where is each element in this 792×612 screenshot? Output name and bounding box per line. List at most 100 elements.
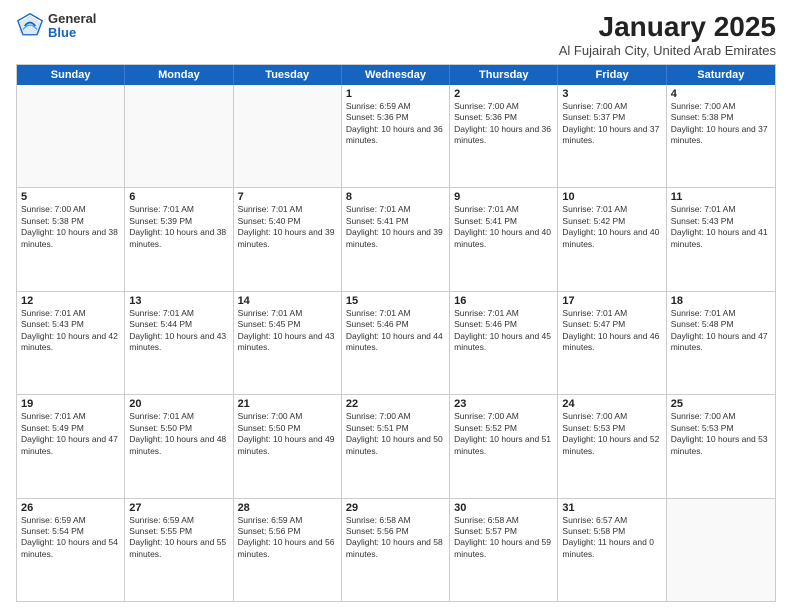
day-number: 15 bbox=[346, 295, 445, 307]
calendar-cell: 2Sunrise: 7:00 AM Sunset: 5:36 PM Daylig… bbox=[450, 85, 558, 187]
calendar-cell: 10Sunrise: 7:01 AM Sunset: 5:42 PM Dayli… bbox=[558, 188, 666, 290]
day-number: 9 bbox=[454, 191, 553, 203]
calendar-cell: 13Sunrise: 7:01 AM Sunset: 5:44 PM Dayli… bbox=[125, 292, 233, 394]
day-number: 1 bbox=[346, 88, 445, 100]
day-info: Sunrise: 6:59 AM Sunset: 5:56 PM Dayligh… bbox=[238, 515, 337, 561]
calendar-cell: 8Sunrise: 7:01 AM Sunset: 5:41 PM Daylig… bbox=[342, 188, 450, 290]
calendar-cell: 14Sunrise: 7:01 AM Sunset: 5:45 PM Dayli… bbox=[234, 292, 342, 394]
day-number: 19 bbox=[21, 398, 120, 410]
calendar-week-4: 26Sunrise: 6:59 AM Sunset: 5:54 PM Dayli… bbox=[17, 498, 775, 601]
day-number: 22 bbox=[346, 398, 445, 410]
day-info: Sunrise: 6:57 AM Sunset: 5:58 PM Dayligh… bbox=[562, 515, 661, 561]
day-number: 11 bbox=[671, 191, 771, 203]
calendar-cell: 24Sunrise: 7:00 AM Sunset: 5:53 PM Dayli… bbox=[558, 395, 666, 497]
day-info: Sunrise: 7:00 AM Sunset: 5:50 PM Dayligh… bbox=[238, 411, 337, 457]
calendar-cell: 25Sunrise: 7:00 AM Sunset: 5:53 PM Dayli… bbox=[667, 395, 775, 497]
day-number: 17 bbox=[562, 295, 661, 307]
calendar-cell bbox=[667, 499, 775, 601]
header-day-tuesday: Tuesday bbox=[234, 65, 342, 85]
calendar-cell: 19Sunrise: 7:01 AM Sunset: 5:49 PM Dayli… bbox=[17, 395, 125, 497]
calendar-week-2: 12Sunrise: 7:01 AM Sunset: 5:43 PM Dayli… bbox=[17, 291, 775, 394]
calendar: SundayMondayTuesdayWednesdayThursdayFrid… bbox=[16, 64, 776, 602]
header-day-monday: Monday bbox=[125, 65, 233, 85]
calendar-cell: 20Sunrise: 7:01 AM Sunset: 5:50 PM Dayli… bbox=[125, 395, 233, 497]
header-day-saturday: Saturday bbox=[667, 65, 775, 85]
logo-blue: Blue bbox=[48, 26, 96, 40]
calendar-cell: 28Sunrise: 6:59 AM Sunset: 5:56 PM Dayli… bbox=[234, 499, 342, 601]
day-info: Sunrise: 7:01 AM Sunset: 5:46 PM Dayligh… bbox=[346, 308, 445, 354]
day-number: 13 bbox=[129, 295, 228, 307]
header-day-friday: Friday bbox=[558, 65, 666, 85]
day-info: Sunrise: 7:01 AM Sunset: 5:47 PM Dayligh… bbox=[562, 308, 661, 354]
calendar-cell: 11Sunrise: 7:01 AM Sunset: 5:43 PM Dayli… bbox=[667, 188, 775, 290]
header-day-thursday: Thursday bbox=[450, 65, 558, 85]
day-info: Sunrise: 7:01 AM Sunset: 5:49 PM Dayligh… bbox=[21, 411, 120, 457]
day-info: Sunrise: 7:01 AM Sunset: 5:39 PM Dayligh… bbox=[129, 204, 228, 250]
day-number: 18 bbox=[671, 295, 771, 307]
title-block: January 2025 Al Fujairah City, United Ar… bbox=[559, 12, 776, 58]
day-info: Sunrise: 7:01 AM Sunset: 5:41 PM Dayligh… bbox=[346, 204, 445, 250]
calendar-cell: 5Sunrise: 7:00 AM Sunset: 5:38 PM Daylig… bbox=[17, 188, 125, 290]
day-info: Sunrise: 7:01 AM Sunset: 5:41 PM Dayligh… bbox=[454, 204, 553, 250]
calendar-cell: 18Sunrise: 7:01 AM Sunset: 5:48 PM Dayli… bbox=[667, 292, 775, 394]
calendar-cell: 17Sunrise: 7:01 AM Sunset: 5:47 PM Dayli… bbox=[558, 292, 666, 394]
calendar-cell bbox=[234, 85, 342, 187]
header-day-wednesday: Wednesday bbox=[342, 65, 450, 85]
calendar-cell: 7Sunrise: 7:01 AM Sunset: 5:40 PM Daylig… bbox=[234, 188, 342, 290]
title-location: Al Fujairah City, United Arab Emirates bbox=[559, 43, 776, 58]
day-info: Sunrise: 6:58 AM Sunset: 5:56 PM Dayligh… bbox=[346, 515, 445, 561]
day-number: 30 bbox=[454, 502, 553, 514]
day-info: Sunrise: 7:00 AM Sunset: 5:38 PM Dayligh… bbox=[671, 101, 771, 147]
calendar-cell: 1Sunrise: 6:59 AM Sunset: 5:36 PM Daylig… bbox=[342, 85, 450, 187]
logo-general: General bbox=[48, 12, 96, 26]
calendar-week-0: 1Sunrise: 6:59 AM Sunset: 5:36 PM Daylig… bbox=[17, 85, 775, 187]
calendar-week-3: 19Sunrise: 7:01 AM Sunset: 5:49 PM Dayli… bbox=[17, 394, 775, 497]
calendar-cell: 3Sunrise: 7:00 AM Sunset: 5:37 PM Daylig… bbox=[558, 85, 666, 187]
calendar-cell: 9Sunrise: 7:01 AM Sunset: 5:41 PM Daylig… bbox=[450, 188, 558, 290]
day-info: Sunrise: 6:59 AM Sunset: 5:36 PM Dayligh… bbox=[346, 101, 445, 147]
day-number: 8 bbox=[346, 191, 445, 203]
day-info: Sunrise: 7:01 AM Sunset: 5:44 PM Dayligh… bbox=[129, 308, 228, 354]
calendar-cell: 23Sunrise: 7:00 AM Sunset: 5:52 PM Dayli… bbox=[450, 395, 558, 497]
day-info: Sunrise: 7:01 AM Sunset: 5:40 PM Dayligh… bbox=[238, 204, 337, 250]
calendar-cell: 27Sunrise: 6:59 AM Sunset: 5:55 PM Dayli… bbox=[125, 499, 233, 601]
calendar-cell bbox=[125, 85, 233, 187]
day-number: 24 bbox=[562, 398, 661, 410]
day-number: 16 bbox=[454, 295, 553, 307]
day-info: Sunrise: 7:01 AM Sunset: 5:43 PM Dayligh… bbox=[21, 308, 120, 354]
calendar-cell: 29Sunrise: 6:58 AM Sunset: 5:56 PM Dayli… bbox=[342, 499, 450, 601]
day-number: 7 bbox=[238, 191, 337, 203]
day-number: 4 bbox=[671, 88, 771, 100]
day-info: Sunrise: 7:01 AM Sunset: 5:50 PM Dayligh… bbox=[129, 411, 228, 457]
day-info: Sunrise: 7:01 AM Sunset: 5:45 PM Dayligh… bbox=[238, 308, 337, 354]
day-number: 31 bbox=[562, 502, 661, 514]
day-number: 21 bbox=[238, 398, 337, 410]
day-info: Sunrise: 6:59 AM Sunset: 5:55 PM Dayligh… bbox=[129, 515, 228, 561]
logo-icon bbox=[16, 12, 44, 40]
day-number: 10 bbox=[562, 191, 661, 203]
day-info: Sunrise: 7:00 AM Sunset: 5:51 PM Dayligh… bbox=[346, 411, 445, 457]
calendar-week-1: 5Sunrise: 7:00 AM Sunset: 5:38 PM Daylig… bbox=[17, 187, 775, 290]
day-number: 12 bbox=[21, 295, 120, 307]
day-info: Sunrise: 7:01 AM Sunset: 5:43 PM Dayligh… bbox=[671, 204, 771, 250]
day-info: Sunrise: 7:01 AM Sunset: 5:48 PM Dayligh… bbox=[671, 308, 771, 354]
calendar-cell: 26Sunrise: 6:59 AM Sunset: 5:54 PM Dayli… bbox=[17, 499, 125, 601]
calendar-cell: 6Sunrise: 7:01 AM Sunset: 5:39 PM Daylig… bbox=[125, 188, 233, 290]
calendar-cell: 15Sunrise: 7:01 AM Sunset: 5:46 PM Dayli… bbox=[342, 292, 450, 394]
calendar-cell: 22Sunrise: 7:00 AM Sunset: 5:51 PM Dayli… bbox=[342, 395, 450, 497]
day-number: 2 bbox=[454, 88, 553, 100]
day-number: 23 bbox=[454, 398, 553, 410]
day-info: Sunrise: 7:00 AM Sunset: 5:38 PM Dayligh… bbox=[21, 204, 120, 250]
day-info: Sunrise: 7:01 AM Sunset: 5:42 PM Dayligh… bbox=[562, 204, 661, 250]
day-info: Sunrise: 7:00 AM Sunset: 5:37 PM Dayligh… bbox=[562, 101, 661, 147]
day-info: Sunrise: 7:00 AM Sunset: 5:36 PM Dayligh… bbox=[454, 101, 553, 147]
logo-text: General Blue bbox=[48, 12, 96, 41]
day-info: Sunrise: 7:00 AM Sunset: 5:53 PM Dayligh… bbox=[562, 411, 661, 457]
day-info: Sunrise: 7:01 AM Sunset: 5:46 PM Dayligh… bbox=[454, 308, 553, 354]
day-number: 3 bbox=[562, 88, 661, 100]
calendar-cell bbox=[17, 85, 125, 187]
day-number: 14 bbox=[238, 295, 337, 307]
day-info: Sunrise: 6:59 AM Sunset: 5:54 PM Dayligh… bbox=[21, 515, 120, 561]
day-number: 28 bbox=[238, 502, 337, 514]
day-number: 25 bbox=[671, 398, 771, 410]
